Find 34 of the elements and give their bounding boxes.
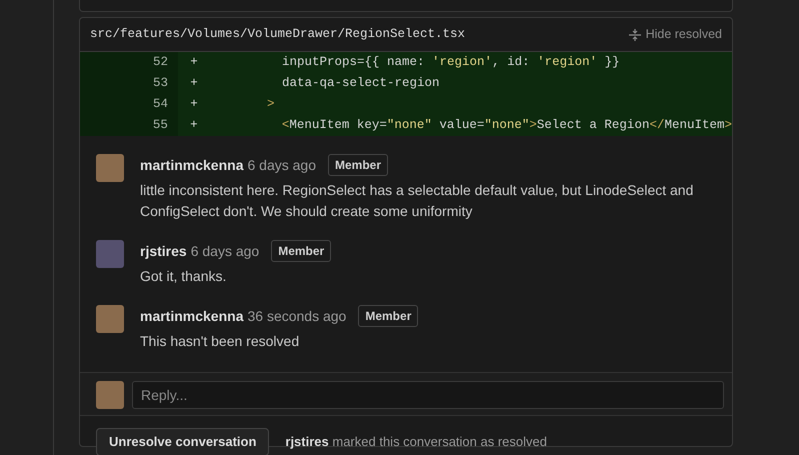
reply-field[interactable]: Reply... [132, 381, 724, 409]
added-marker: + [189, 75, 199, 92]
code-line: inputProps={{ name: 'region', id: 'region' }} [281, 54, 620, 71]
file-path: src/features/Volumes/VolumeDrawer/RegionSelect.tsx [90, 26, 466, 44]
timestamp: 6 days ago [190, 242, 260, 261]
author-link[interactable]: rjstires [140, 240, 187, 262]
resolved-note: rjstires marked this conversation as resolved [285, 433, 547, 451]
line-number: 54 [80, 94, 178, 115]
avatar-placeholder [96, 381, 124, 409]
hide-resolved-button[interactable]: Hide resolved [628, 25, 722, 44]
comment-text: This hasn't been resolved [140, 332, 300, 351]
comment-text: Got it, thanks. [140, 267, 228, 286]
avatar-placeholder [96, 305, 124, 333]
collapse-icon [628, 28, 642, 42]
avatar-placeholder [96, 154, 124, 182]
added-marker: + [189, 54, 199, 71]
code-line: <MenuItem key="none" value="none">Select a Region</MenuItem> [280, 117, 732, 134]
added-marker: + [189, 96, 199, 113]
added-marker: + [189, 117, 199, 134]
timestamp: 6 days ago [247, 156, 316, 175]
line-number: 53 [80, 73, 178, 94]
unresolve-conversation-button[interactable]: Unresolve conversation [96, 428, 270, 455]
role-badge: Member [328, 154, 388, 176]
code-line: > [266, 96, 275, 113]
author-link[interactable]: martinmckenna [140, 306, 244, 326]
timestamp: 36 seconds ago [247, 306, 346, 326]
role-badge: Member [358, 305, 418, 327]
role-badge: Member [271, 240, 332, 262]
line-number: 55 [80, 115, 178, 136]
code-line: data-qa-select-region [281, 75, 440, 92]
avatar-placeholder [96, 240, 124, 268]
comment-text: little inconsistent here. RegionSelect has a selectable default value, but LinodeSelect and ConfigSelect don't. We should create some uniformity [140, 181, 694, 221]
author-link[interactable]: martinmckenna [140, 154, 244, 176]
line-number: 52 [80, 52, 178, 73]
